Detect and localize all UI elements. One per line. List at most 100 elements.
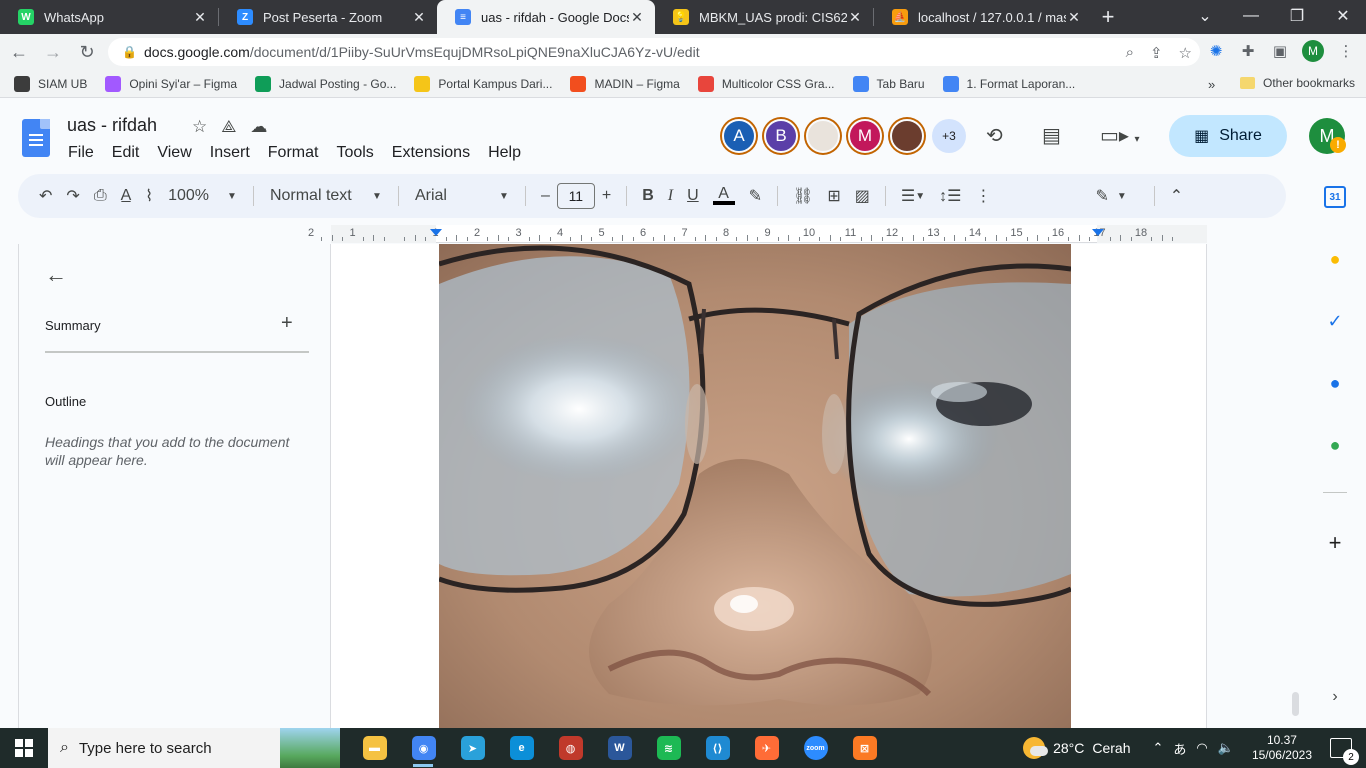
left-indent-marker-icon[interactable] — [430, 229, 442, 236]
taskbar-app[interactable]: zoom — [791, 728, 840, 768]
menu-insert[interactable]: Insert — [210, 144, 250, 162]
align-icon[interactable]: ☰ ▼ — [894, 182, 932, 210]
zoom-icon[interactable]: ⌕ — [1126, 44, 1134, 62]
taskbar-app[interactable]: ≋ — [644, 728, 693, 768]
move-to-folder-icon[interactable]: ⟁ — [221, 117, 236, 137]
font-select[interactable]: Arial ▼ — [407, 187, 517, 205]
forward-icon[interactable]: → — [38, 37, 68, 67]
document-title[interactable]: uas - rifdah — [67, 115, 157, 136]
close-tab-icon[interactable]: ✕ — [847, 9, 863, 26]
collaborator-avatar[interactable]: B — [764, 119, 798, 153]
bookmark-item[interactable]: Tab Baru — [852, 75, 925, 92]
tasks-icon[interactable]: ✓ — [1324, 310, 1346, 332]
browser-profile-avatar[interactable]: M — [1302, 40, 1324, 62]
taskbar-app[interactable]: ◍ — [546, 728, 595, 768]
taskbar-app[interactable]: ⊠ — [840, 728, 889, 768]
notifications-icon[interactable]: 2 — [1330, 738, 1359, 765]
add-summary-plus-icon[interactable]: + — [281, 312, 293, 335]
bookmark-item[interactable]: 1. Format Laporan... — [942, 75, 1075, 92]
bookmark-item[interactable]: MADIN – Figma — [570, 75, 680, 92]
tab-search-chevron-icon[interactable]: ⌄ — [1182, 0, 1228, 32]
italic-icon[interactable]: I — [661, 182, 680, 210]
increase-font-size-icon[interactable]: + — [595, 182, 618, 210]
ruler[interactable]: 2 1 1 2 3 4 5 6 7 8 9 10 11 12 13 14 15 16 17 18 — [308, 225, 1207, 243]
menu-view[interactable]: View — [157, 144, 191, 162]
browser-tab[interactable]: ≡ uas - rifdah - Google Docs ✕ — [437, 0, 655, 34]
minimize-button[interactable]: — — [1228, 0, 1274, 32]
underline-icon[interactable]: U — [680, 182, 706, 210]
decrease-font-size-icon[interactable]: – — [534, 182, 557, 210]
browser-tab[interactable]: 💡 MBKM_UAS prodi: CIS62042✕ — [655, 0, 873, 34]
collaborator-avatar[interactable]: M — [848, 119, 882, 153]
more-options-icon[interactable]: ⋮ — [968, 182, 998, 210]
start-button[interactable] — [0, 728, 48, 768]
browser-tab[interactable]: ⛵ localhost / 127.0.0.1 / massiv✕ — [874, 0, 1092, 34]
close-tab-icon[interactable]: ✕ — [629, 9, 645, 26]
menu-file[interactable]: File — [68, 144, 94, 162]
close-tab-icon[interactable]: ✕ — [411, 9, 427, 26]
get-add-ons-plus-icon[interactable]: + — [1324, 530, 1346, 555]
redo-icon[interactable]: ↷ — [59, 182, 86, 210]
spellcheck-icon[interactable]: A̲ — [114, 182, 139, 210]
document-photo[interactable] — [439, 244, 1071, 728]
insert-link-icon[interactable]: ⛓ — [786, 182, 820, 210]
calendar-icon[interactable]: 31 — [1324, 186, 1346, 208]
meet-icon[interactable]: ▭▸ ▾ — [1100, 123, 1140, 148]
share-page-icon[interactable]: ⇪ — [1150, 44, 1163, 62]
menu-edit[interactable]: Edit — [112, 144, 140, 162]
bookmark-item[interactable]: Opini Syi'ar – Figma — [105, 75, 237, 92]
bold-icon[interactable]: B — [635, 182, 661, 210]
taskbar-app[interactable]: ✈ — [742, 728, 791, 768]
insert-image-icon[interactable]: ▨ — [848, 182, 877, 210]
keep-icon[interactable]: ● — [1324, 248, 1346, 270]
back-icon[interactable]: ← — [4, 37, 34, 67]
undo-icon[interactable]: ↶ — [32, 182, 59, 210]
print-icon[interactable]: ⎙ — [87, 182, 114, 210]
menu-tools[interactable]: Tools — [336, 144, 373, 162]
new-tab-button[interactable]: + — [1092, 0, 1124, 34]
highlight-icon[interactable]: ✎ — [742, 182, 769, 210]
scrollbar-thumb[interactable] — [1292, 692, 1299, 716]
other-bookmarks[interactable]: Other bookmarks — [1240, 76, 1355, 90]
close-tab-icon[interactable]: ✕ — [1066, 9, 1082, 26]
comments-icon[interactable]: ▤ — [1042, 123, 1061, 148]
close-tab-icon[interactable]: ✕ — [192, 9, 208, 26]
taskbar-app[interactable]: W — [595, 728, 644, 768]
collaborator-avatar[interactable] — [806, 119, 840, 153]
side-panel-icon[interactable]: ▣ — [1270, 41, 1290, 61]
version-history-icon[interactable]: ⟲ — [986, 123, 1003, 148]
collaborator-avatar[interactable]: A — [722, 119, 756, 153]
contacts-icon[interactable]: ● — [1324, 372, 1346, 394]
more-bookmarks-chevron-icon[interactable]: » — [1208, 77, 1215, 92]
chrome-menu-icon[interactable]: ⋮ — [1336, 41, 1356, 61]
menu-extensions[interactable]: Extensions — [392, 144, 470, 162]
add-comment-icon[interactable]: ⊞ — [820, 182, 847, 210]
browser-tab[interactable]: W WhatsApp ✕ — [0, 0, 218, 34]
close-outline-arrow-icon[interactable]: ← — [45, 262, 67, 288]
bookmark-item[interactable]: SIAM UB — [14, 75, 87, 92]
show-side-panel-chevron-icon[interactable]: › — [1324, 686, 1346, 708]
taskbar-app[interactable]: e — [497, 728, 546, 768]
bookmark-item[interactable]: Multicolor CSS Gra... — [697, 75, 835, 92]
line-spacing-icon[interactable]: ↕☰ — [932, 182, 968, 210]
clock[interactable]: 10.37 15/06/2023 — [1252, 733, 1312, 763]
maps-icon[interactable]: ● — [1324, 434, 1346, 456]
paint-format-icon[interactable]: ⌇ — [138, 182, 160, 210]
bookmark-star-icon[interactable]: ☆ — [1179, 44, 1192, 62]
extension-icon[interactable]: ✺ — [1206, 41, 1226, 61]
restore-button[interactable]: ❐ — [1274, 0, 1320, 32]
taskbar-app[interactable]: ▬ — [350, 728, 399, 768]
close-window-button[interactable]: ✕ — [1320, 0, 1366, 32]
style-select[interactable]: Normal text ▼ — [262, 187, 390, 205]
menu-help[interactable]: Help — [488, 144, 521, 162]
bookmark-item[interactable]: Jadwal Posting - Go... — [255, 75, 396, 92]
taskbar-app[interactable]: ◉ — [399, 728, 448, 768]
text-color-icon[interactable]: A — [706, 182, 742, 210]
input-language-icon[interactable]: あ — [1173, 739, 1186, 758]
collaborator-avatar[interactable] — [890, 119, 924, 153]
google-docs-logo-icon[interactable] — [22, 119, 50, 157]
taskbar-app[interactable]: ➤ — [448, 728, 497, 768]
cloud-saved-icon[interactable]: ☁ — [250, 117, 267, 137]
wifi-icon[interactable]: ◠ — [1196, 740, 1207, 756]
volume-icon[interactable]: 🔈 — [1218, 740, 1234, 756]
